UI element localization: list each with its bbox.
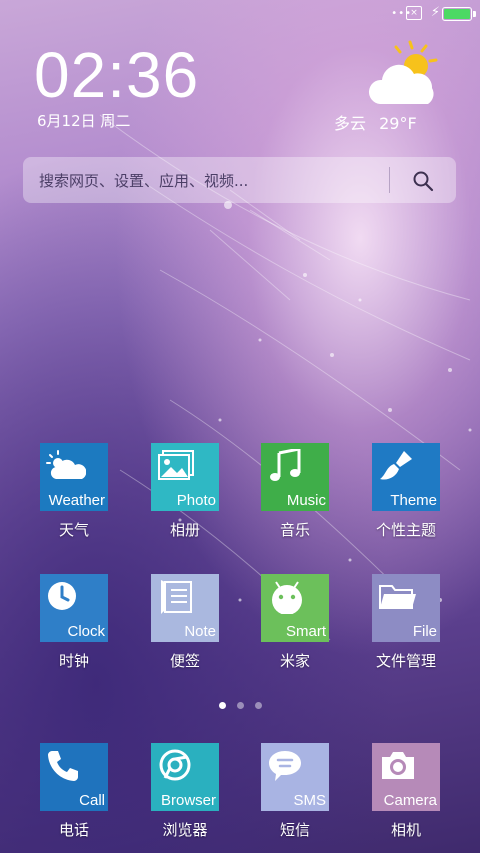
weather-condition: 多云 bbox=[334, 114, 367, 133]
charging-bolt-icon: ⚡ bbox=[430, 5, 440, 20]
dock-browser[interactable]: Browser 浏览器 bbox=[140, 743, 230, 840]
dock-camera[interactable]: Camera 相机 bbox=[361, 743, 451, 840]
tile-label: Browser bbox=[160, 792, 216, 809]
android-robot-icon bbox=[272, 581, 302, 614]
tile-label: Photo bbox=[176, 492, 216, 509]
photo-icon bbox=[158, 450, 194, 480]
app-name: 个性主题 bbox=[375, 521, 436, 539]
app-name: 时钟 bbox=[58, 652, 89, 670]
tile-label: File bbox=[412, 623, 437, 640]
camera-icon bbox=[382, 752, 414, 779]
app-clock[interactable]: Clock 时钟 bbox=[29, 574, 119, 671]
sim-off-icon: × bbox=[406, 6, 422, 20]
weather-tile[interactable]: Weather bbox=[40, 443, 108, 511]
tile-label: Clock bbox=[67, 623, 105, 640]
note-tile[interactable]: Note bbox=[151, 574, 219, 642]
search-icon[interactable] bbox=[412, 170, 434, 192]
app-weather[interactable]: Weather 天气 bbox=[29, 443, 119, 540]
note-icon bbox=[161, 580, 192, 614]
dock-sms[interactable]: SMS 短信 bbox=[250, 743, 340, 840]
browser-icon bbox=[159, 749, 191, 781]
tile-label: Weather bbox=[48, 492, 105, 509]
app-music[interactable]: Music 音乐 bbox=[250, 443, 340, 540]
app-name: 便签 bbox=[169, 652, 200, 670]
tile-label: Call bbox=[79, 792, 105, 809]
app-smart[interactable]: Smart 米家 bbox=[250, 574, 340, 671]
app-photo[interactable]: Photo 相册 bbox=[140, 443, 230, 540]
sms-icon bbox=[269, 751, 301, 781]
dock-call[interactable]: Call 电话 bbox=[29, 743, 119, 840]
app-name: 浏览器 bbox=[162, 821, 208, 839]
paint-brush-icon bbox=[380, 451, 412, 480]
search-bar[interactable]: 搜索网页、设置、应用、视频... bbox=[23, 157, 456, 203]
weather-widget[interactable]: 多云 29°F bbox=[334, 38, 450, 133]
weather-icon bbox=[46, 450, 86, 479]
app-name: 米家 bbox=[279, 652, 310, 670]
app-name: 短信 bbox=[279, 821, 310, 839]
search-divider bbox=[389, 167, 390, 193]
app-theme[interactable]: Theme 个性主题 bbox=[361, 443, 451, 540]
battery-icon bbox=[442, 7, 476, 21]
app-name: 相机 bbox=[390, 821, 421, 839]
sms-tile[interactable]: SMS bbox=[261, 743, 329, 811]
page-indicator bbox=[216, 702, 268, 712]
music-tile[interactable]: Music bbox=[261, 443, 329, 511]
tile-label: Music bbox=[286, 492, 326, 509]
status-bar: ••• × ⚡ bbox=[0, 0, 480, 28]
theme-tile[interactable]: Theme bbox=[372, 443, 440, 511]
phone-icon bbox=[48, 751, 78, 781]
photo-tile[interactable]: Photo bbox=[151, 443, 219, 511]
app-name: 相册 bbox=[169, 521, 200, 539]
call-tile[interactable]: Call bbox=[40, 743, 108, 811]
app-name: 文件管理 bbox=[375, 652, 436, 670]
partly-cloudy-icon bbox=[368, 40, 438, 104]
clock-icon bbox=[48, 582, 76, 610]
music-note-icon bbox=[270, 449, 301, 481]
page-dot-2[interactable] bbox=[237, 702, 244, 709]
app-name: 音乐 bbox=[279, 521, 310, 539]
tile-label: Camera bbox=[383, 792, 437, 809]
browser-tile[interactable]: Browser bbox=[151, 743, 219, 811]
clock-tile[interactable]: Clock bbox=[40, 574, 108, 642]
app-note[interactable]: Note 便签 bbox=[140, 574, 230, 671]
smart-tile[interactable]: Smart bbox=[261, 574, 329, 642]
clock-time[interactable]: 02:36 bbox=[34, 40, 199, 110]
camera-tile[interactable]: Camera bbox=[372, 743, 440, 811]
app-name: 天气 bbox=[58, 521, 89, 539]
tile-label: Smart bbox=[285, 623, 326, 640]
weather-temperature: 29°F bbox=[379, 114, 417, 133]
tile-label: SMS bbox=[293, 792, 326, 809]
file-tile[interactable]: File bbox=[372, 574, 440, 642]
clock-date[interactable]: 6月12日 周二 bbox=[37, 110, 130, 131]
folder-icon bbox=[379, 585, 416, 609]
battery-fill bbox=[444, 9, 470, 19]
page-dot-1[interactable] bbox=[219, 702, 226, 709]
tile-label: Note bbox=[184, 623, 216, 640]
app-name: 电话 bbox=[58, 821, 89, 839]
search-input[interactable]: 搜索网页、设置、应用、视频... bbox=[39, 170, 248, 191]
app-file[interactable]: File 文件管理 bbox=[361, 574, 451, 671]
tile-label: Theme bbox=[390, 492, 437, 509]
page-dot-3[interactable] bbox=[255, 702, 262, 709]
